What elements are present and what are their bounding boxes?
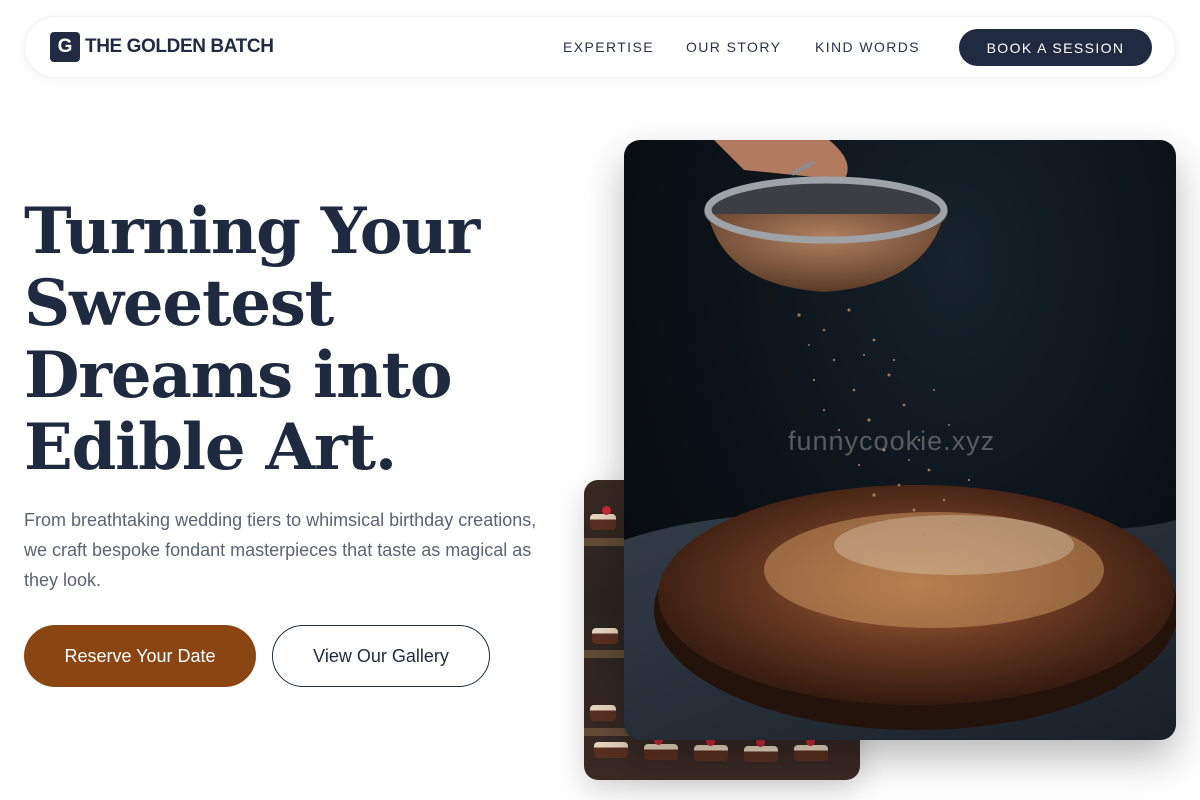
pastry [694, 745, 728, 761]
nav-link-expertise[interactable]: EXPERTISE [563, 39, 654, 55]
top-nav: G THE GOLDEN BATCH EXPERTISE OUR STORY K… [24, 16, 1176, 78]
nav-link-our-story[interactable]: OUR STORY [686, 39, 781, 55]
brand-name[interactable]: THE GOLDEN BATCH [85, 36, 274, 58]
pastry [794, 745, 828, 761]
pastry [592, 628, 618, 644]
reserve-date-button[interactable]: Reserve Your Date [24, 625, 256, 687]
pastry [590, 705, 616, 721]
berry [602, 506, 611, 515]
headline-line: Dreams into [24, 338, 453, 413]
watermark-text: funnycookie.xyz [788, 426, 996, 456]
headline-line: Turning Your [24, 194, 480, 269]
hero-headline: Turning Your Sweetest Dreams into Edible… [24, 196, 584, 484]
headline-line: Sweetest [24, 266, 334, 341]
pastry [744, 746, 778, 762]
landing-page: G THE GOLDEN BATCH EXPERTISE OUR STORY K… [0, 0, 1200, 800]
book-session-button[interactable]: BOOK A SESSION [959, 29, 1152, 66]
logo-mark[interactable]: G [50, 32, 80, 62]
nav-link-kind-words[interactable]: KIND WORDS [815, 39, 920, 55]
pastry [644, 744, 678, 760]
pastry [594, 742, 628, 758]
hero-subtext: From breathtaking wedding tiers to whims… [24, 510, 537, 590]
pastry [590, 514, 616, 530]
headline-line: Edible Art. [24, 410, 397, 485]
view-gallery-button[interactable]: View Our Gallery [272, 625, 490, 687]
